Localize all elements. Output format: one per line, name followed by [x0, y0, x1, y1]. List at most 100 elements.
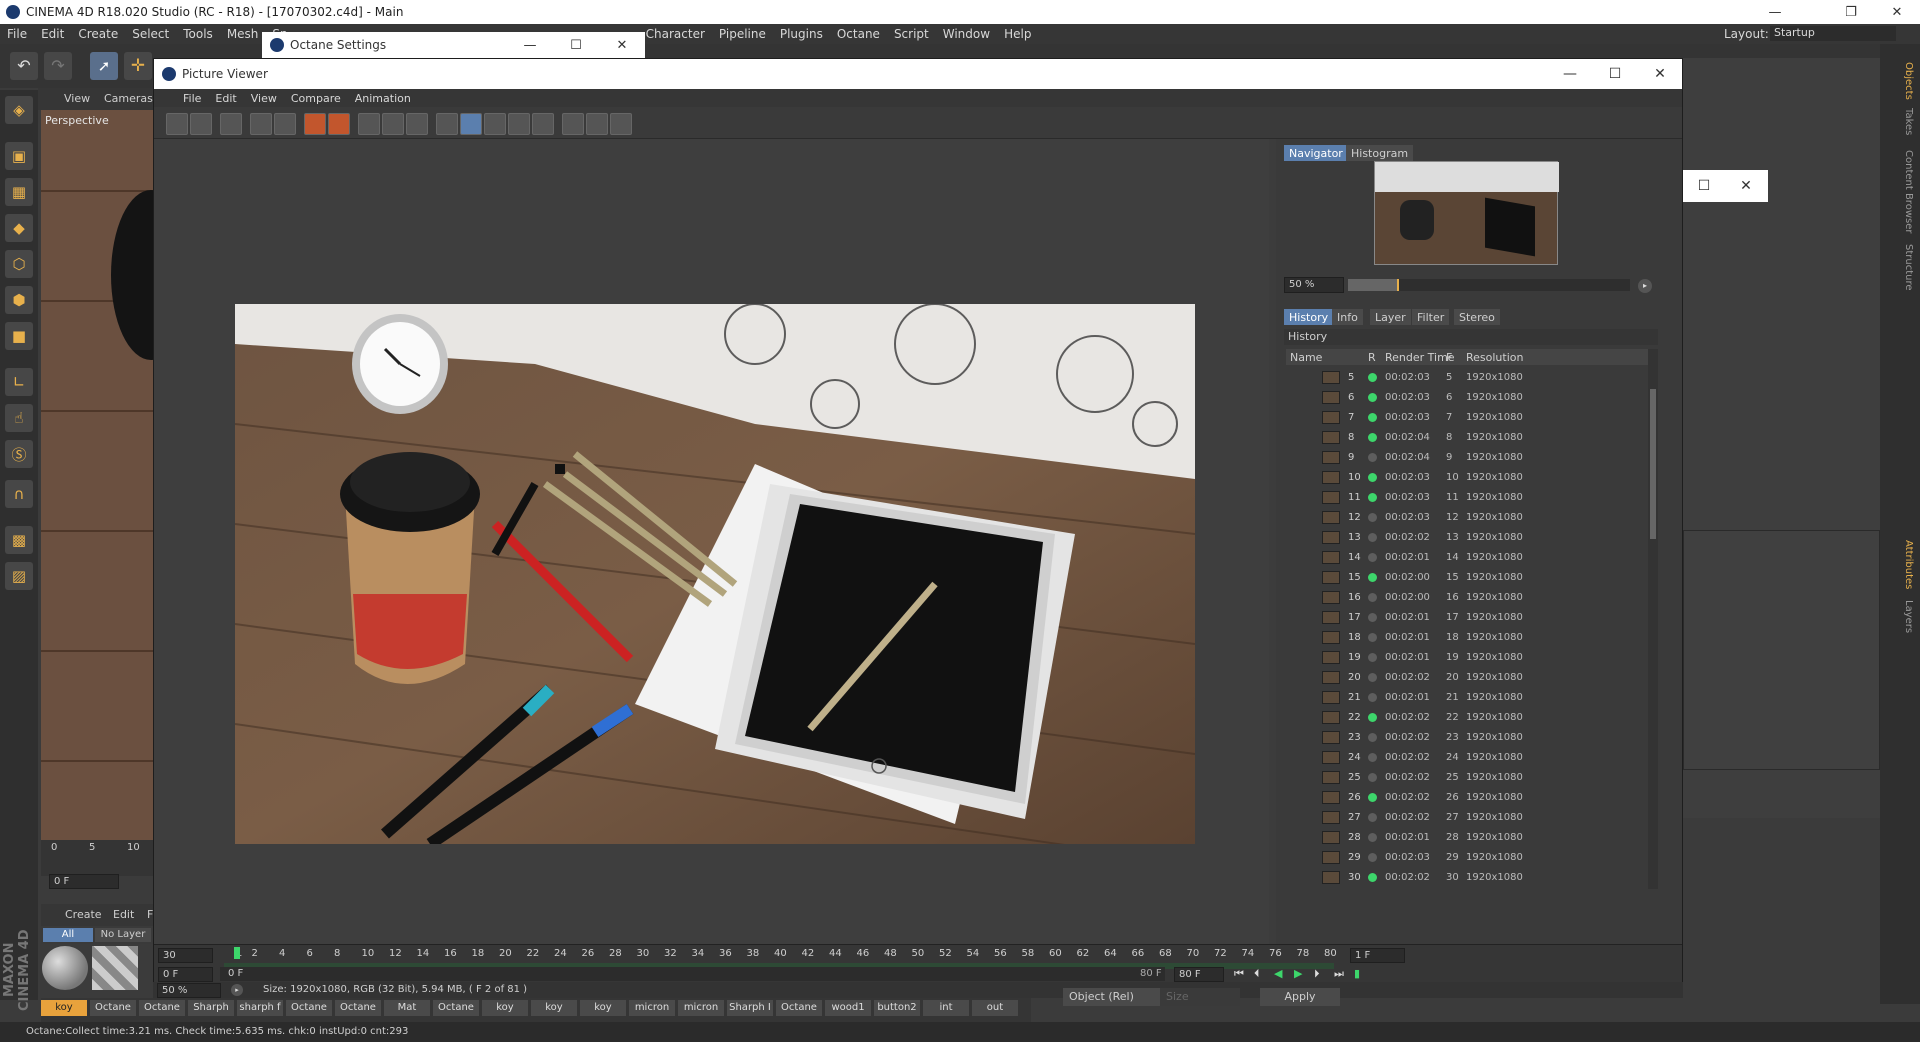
- material-preview[interactable]: [92, 946, 138, 990]
- col-name[interactable]: Name: [1290, 351, 1322, 364]
- filter-no-layer[interactable]: No Layer: [95, 928, 151, 942]
- menu-mesh[interactable]: Mesh: [220, 27, 266, 41]
- history-row[interactable]: 6 00:02:03 6 1920x1080: [1286, 387, 1646, 407]
- history-row[interactable]: 23 00:02:02 23 1920x1080: [1286, 727, 1646, 747]
- history-row[interactable]: 28 00:02:01 28 1920x1080: [1286, 827, 1646, 847]
- snap-icon[interactable]: Ⓢ: [5, 440, 33, 468]
- layout-1-icon[interactable]: [562, 113, 584, 135]
- history-row[interactable]: 25 00:02:02 25 1920x1080: [1286, 767, 1646, 787]
- workplane-grid-icon[interactable]: ▩: [5, 526, 33, 554]
- material-label[interactable]: koy: [482, 1000, 528, 1016]
- history-row[interactable]: 18 00:02:01 18 1920x1080: [1286, 627, 1646, 647]
- paste-icon[interactable]: [328, 113, 350, 135]
- material-label[interactable]: Octane: [335, 1000, 381, 1016]
- play-small-icon[interactable]: ▸: [1638, 279, 1652, 293]
- prev-frame-icon[interactable]: ⏴: [1254, 967, 1260, 981]
- material-label[interactable]: wood1: [825, 1000, 871, 1016]
- material-label[interactable]: out: [972, 1000, 1018, 1016]
- material-menu-create[interactable]: Create: [65, 908, 102, 921]
- layout-2-icon[interactable]: [586, 113, 608, 135]
- menu-edit[interactable]: Edit: [34, 27, 71, 41]
- compare-ab-icon[interactable]: [436, 113, 458, 135]
- play-small-icon[interactable]: ▸: [231, 984, 243, 996]
- tab-takes[interactable]: Takes: [1903, 108, 1914, 135]
- model-mode-icon[interactable]: ◈: [5, 96, 33, 124]
- close-button[interactable]: ✕: [1727, 174, 1765, 198]
- material-label[interactable]: button2: [874, 1000, 920, 1016]
- set-b-icon[interactable]: [532, 113, 554, 135]
- material-label[interactable]: Sharph: [188, 1000, 234, 1016]
- apply-button[interactable]: Apply: [1260, 988, 1340, 1006]
- close-button[interactable]: ✕: [1637, 59, 1683, 89]
- pv-menu-compare[interactable]: Compare: [284, 92, 348, 105]
- tab-filter[interactable]: Filter: [1412, 309, 1450, 325]
- history-row[interactable]: 19 00:02:01 19 1920x1080: [1286, 647, 1646, 667]
- history-row[interactable]: 29 00:02:03 29 1920x1080: [1286, 847, 1646, 867]
- history-row[interactable]: 16 00:02:00 16 1920x1080: [1286, 587, 1646, 607]
- material-label[interactable]: Mat: [384, 1000, 430, 1016]
- pv-menu-edit[interactable]: Edit: [208, 92, 243, 105]
- render-icon[interactable]: [220, 113, 242, 135]
- material-label[interactable]: Octane: [433, 1000, 479, 1016]
- col-resolution[interactable]: Resolution: [1466, 351, 1523, 364]
- layout-select[interactable]: Startup: [1770, 26, 1896, 41]
- tab-content-browser[interactable]: Content Browser: [1903, 150, 1914, 233]
- person-icon[interactable]: [274, 113, 296, 135]
- menu-plugins[interactable]: Plugins: [773, 27, 830, 41]
- menu-help[interactable]: Help: [997, 27, 1038, 41]
- select-tool-icon[interactable]: ➚: [90, 52, 118, 80]
- history-row[interactable]: 12 00:02:03 12 1920x1080: [1286, 507, 1646, 527]
- tab-stereo[interactable]: Stereo: [1454, 309, 1500, 325]
- axis-icon[interactable]: ∟: [5, 368, 33, 396]
- magnet-icon[interactable]: ∩: [5, 480, 33, 508]
- size-select[interactable]: Size: [1160, 988, 1240, 1006]
- tab-history[interactable]: History: [1284, 309, 1334, 325]
- next-frame-icon[interactable]: ⏵: [1314, 967, 1320, 981]
- layout-3-icon[interactable]: [610, 113, 632, 135]
- col-r[interactable]: R: [1368, 351, 1376, 364]
- play-back-icon[interactable]: ◀: [1274, 967, 1282, 980]
- history-row[interactable]: 5 00:02:03 5 1920x1080: [1286, 367, 1646, 387]
- tweak-icon[interactable]: ☝: [5, 404, 33, 432]
- undo-icon[interactable]: ↶: [10, 52, 38, 80]
- history-row[interactable]: 13 00:02:02 13 1920x1080: [1286, 527, 1646, 547]
- viewport[interactable]: Perspective: [41, 110, 153, 840]
- material-label[interactable]: koy: [580, 1000, 626, 1016]
- history-row[interactable]: 8 00:02:04 8 1920x1080: [1286, 427, 1646, 447]
- tab-histogram[interactable]: Histogram: [1346, 145, 1414, 161]
- maximize-button[interactable]: ☐: [1685, 174, 1723, 198]
- frame-slider[interactable]: 0 F 80 F: [220, 967, 1165, 981]
- menu-window[interactable]: Window: [936, 27, 997, 41]
- view-c-icon[interactable]: [406, 113, 428, 135]
- menu-character[interactable]: Character: [639, 27, 712, 41]
- save-icon[interactable]: [190, 113, 212, 135]
- history-row[interactable]: 10 00:02:03 10 1920x1080: [1286, 467, 1646, 487]
- loop-icon[interactable]: ▮: [1354, 967, 1360, 980]
- region-icon[interactable]: [250, 113, 272, 135]
- frame-end-field[interactable]: 80 F: [1174, 967, 1224, 982]
- history-row[interactable]: 11 00:02:03 11 1920x1080: [1286, 487, 1646, 507]
- history-row[interactable]: 21 00:02:01 21 1920x1080: [1286, 687, 1646, 707]
- menu-create[interactable]: Create: [71, 27, 125, 41]
- material-label[interactable]: sharph f: [237, 1000, 283, 1016]
- points-mode-icon[interactable]: ⬡: [5, 250, 33, 278]
- material-label[interactable]: Octane: [776, 1000, 822, 1016]
- navigator-zoom-slider[interactable]: [1348, 279, 1630, 291]
- material-label[interactable]: Sharph I: [727, 1000, 773, 1016]
- history-row[interactable]: 24 00:02:02 24 1920x1080: [1286, 747, 1646, 767]
- timeline-playhead[interactable]: [234, 947, 240, 959]
- history-row[interactable]: 22 00:02:02 22 1920x1080: [1286, 707, 1646, 727]
- viewport-frame-field[interactable]: 0 F: [49, 874, 119, 889]
- maximize-button[interactable]: ❐: [1828, 0, 1874, 24]
- minimize-button[interactable]: —: [1547, 59, 1593, 89]
- tab-info[interactable]: Info: [1332, 309, 1363, 325]
- material-preview[interactable]: [42, 946, 88, 990]
- material-label[interactable]: Octane: [139, 1000, 185, 1016]
- pv-menu-animation[interactable]: Animation: [348, 92, 418, 105]
- tab-layers[interactable]: Layers: [1903, 600, 1914, 633]
- menu-pipeline[interactable]: Pipeline: [712, 27, 773, 41]
- material-label[interactable]: koy: [41, 1000, 87, 1016]
- timeline-end-field[interactable]: 1 F: [1350, 948, 1405, 963]
- navigator-zoom-field[interactable]: 50 %: [1284, 277, 1344, 293]
- history-row[interactable]: 14 00:02:01 14 1920x1080: [1286, 547, 1646, 567]
